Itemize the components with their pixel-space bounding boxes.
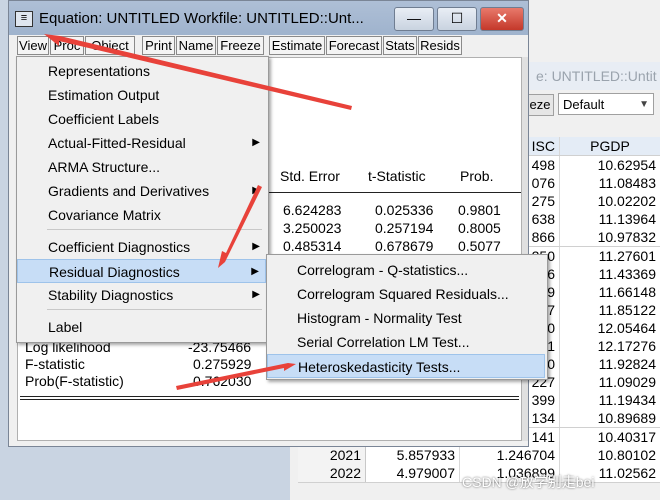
- watermark-text: CSDN @放学别走bei: [462, 474, 595, 490]
- annotation-arrow-to-view: [44, 34, 352, 110]
- annotation-arrows: [44, 34, 352, 390]
- annotation-arrow-to-residual-diagnostics: [218, 185, 262, 268]
- annotation-arrow-to-heteroskedasticity: [176, 363, 296, 390]
